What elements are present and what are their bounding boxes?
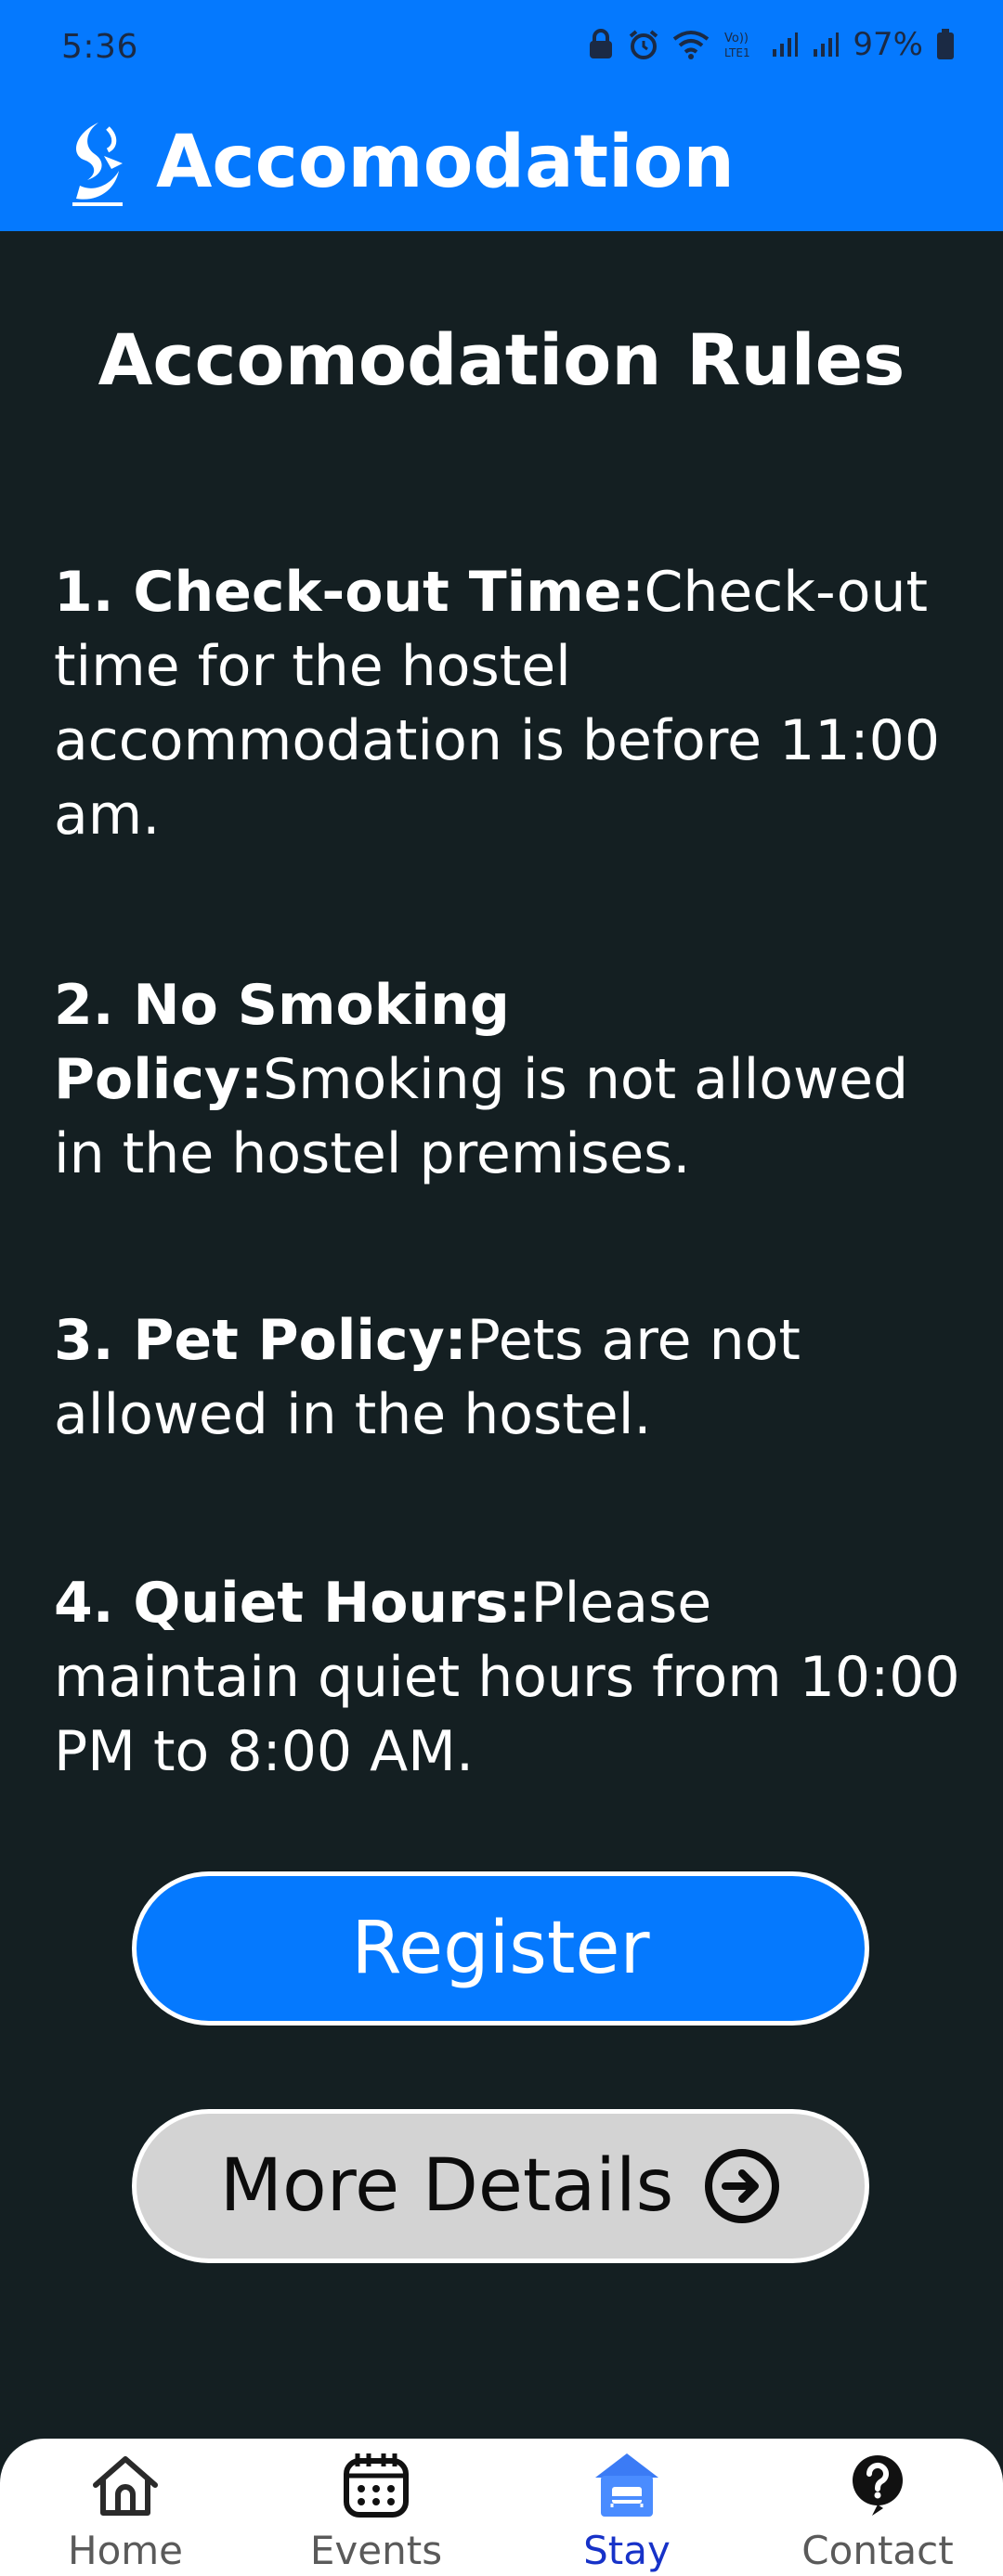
signal-icon bbox=[812, 31, 840, 58]
more-details-button[interactable]: More Details bbox=[132, 2109, 869, 2263]
nav-item-events[interactable]: Events bbox=[251, 2439, 502, 2576]
register-button[interactable]: Register bbox=[132, 1871, 869, 2026]
status-time: 5:36 bbox=[61, 28, 138, 66]
rule-item: 3. Pet Policy:Pets are not allowed in th… bbox=[54, 1303, 964, 1452]
arrow-right-circle-icon bbox=[703, 2147, 781, 2225]
signal-icon bbox=[771, 31, 799, 58]
svg-text:Vo)): Vo)) bbox=[724, 32, 749, 45]
wifi-icon bbox=[672, 30, 710, 59]
rule-item: 2. No Smoking Policy:Smoking is not allo… bbox=[54, 968, 964, 1191]
status-icons: Vo)) LTE1 97% bbox=[587, 26, 955, 63]
institute-logo-icon bbox=[67, 119, 132, 212]
svg-text:LTE1: LTE1 bbox=[724, 46, 750, 59]
home-icon bbox=[88, 2450, 163, 2520]
nav-label-events: Events bbox=[309, 2528, 443, 2573]
battery-icon bbox=[936, 29, 955, 60]
app-header: 5:36 Vo)) LTE1 97% Accomodation bbox=[0, 0, 1003, 231]
nav-label-stay: Stay bbox=[583, 2528, 671, 2573]
rules-heading: Accomodation Rules bbox=[98, 318, 905, 401]
rule-title: 1. Check-out Time: bbox=[54, 560, 645, 625]
hotel-icon bbox=[590, 2450, 664, 2520]
calendar-icon bbox=[339, 2450, 413, 2520]
battery-percent: 97% bbox=[853, 26, 923, 63]
more-details-button-label: More Details bbox=[219, 2144, 674, 2228]
help-icon bbox=[840, 2450, 915, 2520]
rule-item: 1. Check-out Time:Check-out time for the… bbox=[54, 555, 964, 852]
register-button-label: Register bbox=[351, 1907, 650, 1990]
rule-title: 3. Pet Policy: bbox=[54, 1308, 467, 1373]
volte-icon: Vo)) LTE1 bbox=[723, 30, 758, 59]
lock-icon bbox=[587, 29, 615, 60]
rule-title: 4. Quiet Hours: bbox=[54, 1571, 531, 1636]
bottom-nav: Home Events Stay Contact bbox=[0, 2439, 1003, 2576]
nav-item-stay[interactable]: Stay bbox=[502, 2439, 752, 2576]
nav-item-home[interactable]: Home bbox=[0, 2439, 251, 2576]
nav-label-home: Home bbox=[67, 2528, 184, 2573]
alarm-icon bbox=[628, 29, 659, 60]
nav-label-contact: Contact bbox=[801, 2528, 954, 2573]
rule-item: 4. Quiet Hours:Please maintain quiet hou… bbox=[54, 1566, 964, 1789]
nav-item-contact[interactable]: Contact bbox=[752, 2439, 1003, 2576]
page-title: Accomodation bbox=[156, 121, 735, 204]
